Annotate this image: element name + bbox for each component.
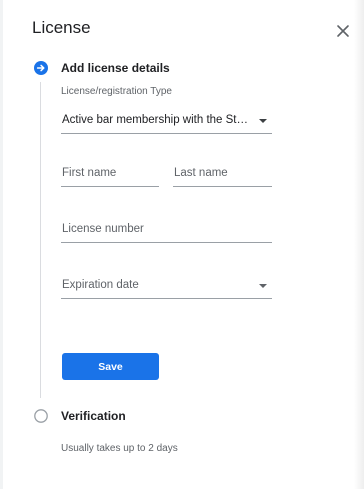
stepper-rail <box>40 82 41 398</box>
expiration-date-select[interactable]: Expiration date <box>61 267 272 299</box>
first-name-placeholder: First name <box>62 167 117 179</box>
license-number-placeholder: License number <box>62 223 144 235</box>
last-name-field[interactable]: Last name <box>173 155 272 187</box>
license-type-select[interactable]: Active bar membership with the State Bar <box>61 102 272 134</box>
last-name-placeholder: Last name <box>174 167 228 179</box>
step-verification-title: Verification <box>61 409 126 423</box>
dropdown-caret-icon <box>259 284 267 288</box>
arrow-right-circle-icon <box>34 61 48 75</box>
dropdown-caret-icon <box>259 119 267 123</box>
license-type-value: Active bar membership with the State Bar <box>62 114 253 126</box>
license-type-label: License/registration Type <box>61 86 172 97</box>
close-icon[interactable] <box>334 22 352 40</box>
expiration-date-placeholder: Expiration date <box>62 279 139 291</box>
right-edge-shadow <box>354 0 364 489</box>
license-number-field[interactable]: License number <box>61 211 272 243</box>
license-dialog: License Add license details License/regi… <box>0 0 364 489</box>
left-edge-shadow <box>0 0 3 489</box>
empty-circle-icon <box>34 409 48 423</box>
dialog-title: License <box>32 18 91 37</box>
step-add-license-details-title: Add license details <box>61 61 170 75</box>
first-name-field[interactable]: First name <box>61 155 159 187</box>
step-verification-subtitle: Usually takes up to 2 days <box>61 443 178 454</box>
save-button[interactable]: Save <box>62 353 159 380</box>
